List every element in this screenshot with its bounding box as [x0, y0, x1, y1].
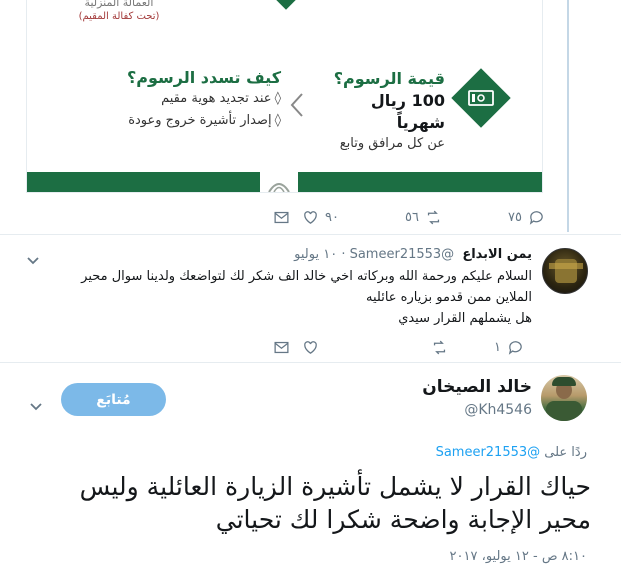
reply-icon: [508, 341, 522, 355]
reply-action[interactable]: ١: [494, 339, 524, 356]
card-footer-bar: [298, 172, 542, 192]
card-top-diamond: [273, 0, 299, 10]
money-icon: [468, 90, 494, 106]
tweet-text-line: محير الإجابة واضحة شكرا لك تحياتي: [215, 505, 591, 534]
fee-note: عن كل مرافق وتابع: [339, 136, 445, 151]
reply-text-line: السلام عليكم ورحمة الله وبركاته اخي خالد…: [81, 269, 532, 284]
retweet-icon: [427, 210, 440, 225]
reply-action[interactable]: ٧٥: [508, 209, 545, 226]
fee-title: قيمة الرسوم؟: [333, 69, 445, 88]
heart-icon: [304, 211, 317, 224]
heart-icon: [304, 341, 317, 354]
bullet-diamond-icon: ◊: [274, 91, 281, 106]
payment-item: ◊عند تجديد هوية مقيم: [161, 91, 281, 106]
reply-timestamp[interactable]: · ١٠ يوليو: [294, 247, 345, 262]
reply-text-line: الملاين ممن قدمو بزياره عائليه: [366, 290, 532, 305]
payment-method-section: كيف تسدد الرسوم؟ ◊عند تجديد هوية مقيم ◊إ…: [71, 68, 281, 132]
reply-icon: [529, 211, 543, 225]
avatar[interactable]: [541, 375, 587, 421]
retweet-action[interactable]: ٥٦: [405, 209, 442, 226]
avatar-body: [546, 401, 582, 421]
reply-author-name[interactable]: يمن الابداع: [462, 247, 532, 262]
tweet-timestamp[interactable]: ٨:١٠ ص - ١٢ يوليو، ٢٠١٧: [450, 549, 587, 564]
logo-icon: [263, 174, 295, 192]
author-name[interactable]: خالد الصيخان: [422, 377, 532, 397]
tweet-text: حياك القرار لا يشمل تأشيرة الزيارة العائ…: [11, 470, 591, 536]
direct-message-action[interactable]: [273, 339, 290, 356]
like-action[interactable]: [302, 339, 319, 356]
reply-text-line: هل يشملهم القرار سيدي: [398, 311, 532, 326]
card-footer-bar: [27, 172, 260, 192]
replying-to-label: ردًا على: [544, 445, 587, 460]
divider: [0, 234, 621, 235]
reply-count: ١: [494, 340, 501, 355]
payment-item: ◊إصدار تأشيرة خروج وعودة: [128, 113, 281, 128]
thread-line: [567, 0, 569, 232]
envelope-icon: [274, 211, 289, 224]
divider: [0, 362, 621, 363]
chevron-down-icon[interactable]: [29, 397, 43, 411]
author-handle[interactable]: @Kh4546: [464, 402, 532, 418]
avatar-crest-band: [549, 263, 583, 269]
fee-amount: 100 ريال شهرياً: [370, 91, 445, 132]
card-top-text: العمالة المنزلية (تحت كفالة المقيم): [44, 0, 194, 24]
replying-to: ردًا على @Sameer21553: [436, 445, 587, 460]
card-top-line1: العمالة المنزلية: [84, 0, 154, 9]
like-action[interactable]: ٩٠: [302, 209, 339, 226]
reply-header: يمن الابداع @Sameer21553 · ١٠ يوليو: [294, 247, 532, 262]
bullet-diamond-icon: ◊: [274, 113, 281, 128]
retweet-count: ٥٦: [405, 210, 419, 225]
chevron-down-icon[interactable]: [26, 251, 40, 265]
fee-value-section: قيمة الرسوم؟ 100 ريال شهرياً عن كل مرافق…: [325, 68, 445, 154]
retweet-icon: [433, 340, 446, 355]
avatar[interactable]: [542, 248, 588, 294]
avatar-cap: [552, 377, 576, 386]
tweet-media-card[interactable]: العمالة المنزلية (تحت كفالة المقيم) كيف …: [26, 0, 543, 193]
reply-author-handle[interactable]: @Sameer21553: [350, 247, 455, 262]
envelope-icon: [274, 341, 289, 354]
mention-link[interactable]: @Sameer21553: [436, 445, 541, 460]
reply-text: السلام عليكم ورحمة الله وبركاته اخي خالد…: [12, 266, 532, 329]
like-count: ٩٠: [325, 210, 339, 225]
payment-title: كيف تسدد الرسوم؟: [127, 68, 281, 87]
card-top-line2: (تحت كفالة المقيم): [78, 11, 160, 22]
retweet-action[interactable]: [431, 339, 448, 356]
direct-message-action[interactable]: [273, 209, 290, 226]
chevron-left-icon: [289, 92, 305, 118]
tweet-text-line: حياك القرار لا يشمل تأشيرة الزيارة العائ…: [79, 472, 591, 501]
reply-count: ٧٥: [508, 210, 522, 225]
following-button[interactable]: مُتابَع: [61, 383, 166, 416]
